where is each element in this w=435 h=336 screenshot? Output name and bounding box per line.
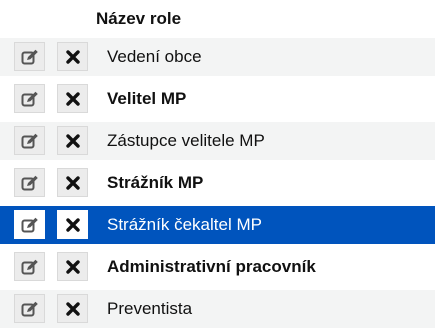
edit-button[interactable] bbox=[14, 42, 45, 71]
edit-icon bbox=[21, 259, 39, 275]
edit-icon bbox=[21, 91, 39, 107]
edit-button[interactable] bbox=[14, 252, 45, 281]
delete-button[interactable] bbox=[57, 126, 88, 155]
table-row[interactable]: Administrativní pracovník bbox=[0, 248, 435, 286]
edit-button[interactable] bbox=[14, 84, 45, 113]
delete-icon bbox=[65, 133, 80, 148]
edit-icon bbox=[21, 133, 39, 149]
delete-button[interactable] bbox=[57, 210, 88, 239]
edit-button[interactable] bbox=[14, 210, 45, 239]
role-name-label: Administrativní pracovník bbox=[107, 257, 316, 276]
edit-icon bbox=[21, 217, 39, 233]
delete-button[interactable] bbox=[57, 42, 88, 71]
delete-button[interactable] bbox=[57, 252, 88, 281]
delete-icon bbox=[65, 301, 80, 316]
role-name-label: Strážník čekaltel MP bbox=[107, 215, 262, 234]
delete-button[interactable] bbox=[57, 84, 88, 113]
delete-icon bbox=[65, 91, 80, 106]
delete-icon bbox=[65, 217, 80, 232]
edit-icon bbox=[21, 49, 39, 65]
table-row[interactable]: Preventista bbox=[0, 290, 435, 328]
edit-button[interactable] bbox=[14, 126, 45, 155]
edit-icon bbox=[21, 301, 39, 317]
role-name-label: Zástupce velitele MP bbox=[107, 131, 265, 150]
edit-icon bbox=[21, 175, 39, 191]
delete-icon bbox=[65, 49, 80, 64]
table-row[interactable]: Velitel MP bbox=[0, 80, 435, 118]
delete-icon bbox=[65, 175, 80, 190]
role-name-label: Strážník MP bbox=[107, 173, 204, 192]
roles-grid: Název role Vedení obce Velitel MP Zástupce… bbox=[0, 0, 435, 336]
edit-button[interactable] bbox=[14, 294, 45, 323]
delete-icon bbox=[65, 259, 80, 274]
table-row[interactable]: Strážník MP bbox=[0, 164, 435, 202]
table-row[interactable]: Zástupce velitele MP bbox=[0, 122, 435, 160]
grid-header: Název role bbox=[0, 0, 435, 38]
role-name-label: Velitel MP bbox=[107, 89, 187, 108]
column-header-role-name[interactable]: Název role bbox=[96, 9, 181, 29]
role-name-label: Vedení obce bbox=[107, 47, 202, 66]
table-row[interactable]: Strážník čekaltel MP bbox=[0, 206, 435, 244]
delete-button[interactable] bbox=[57, 168, 88, 197]
delete-button[interactable] bbox=[57, 294, 88, 323]
table-row[interactable]: Vedení obce bbox=[0, 38, 435, 76]
role-name-label: Preventista bbox=[107, 299, 193, 318]
edit-button[interactable] bbox=[14, 168, 45, 197]
